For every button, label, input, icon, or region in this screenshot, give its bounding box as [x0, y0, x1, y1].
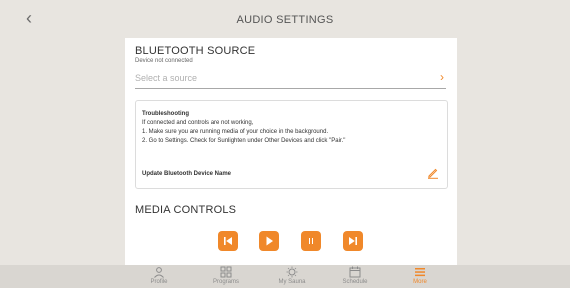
page-title: AUDIO SETTINGS — [236, 14, 334, 26]
update-device-name-button[interactable]: Update Bluetooth Device Name — [142, 171, 231, 177]
sauna-icon — [286, 266, 298, 278]
connection-status: Device not connected — [135, 58, 193, 64]
play-icon — [266, 236, 273, 246]
troubleshooting-box: Troubleshooting If connected and control… — [135, 100, 448, 189]
pause-button[interactable] — [301, 231, 321, 251]
calendar-icon — [349, 266, 361, 278]
tab-programs[interactable]: Programs — [196, 266, 256, 285]
troubleshooting-heading: Troubleshooting — [142, 111, 189, 117]
tab-label: More — [413, 279, 427, 285]
source-placeholder: Select a source — [135, 73, 198, 83]
tab-label: My Sauna — [278, 279, 306, 285]
pencil-icon[interactable] — [427, 167, 439, 179]
tab-more[interactable]: More — [390, 266, 450, 285]
menu-icon — [415, 268, 425, 277]
bluetooth-source-heading: BLUETOOTH SOURCE — [135, 45, 256, 57]
tab-label: Programs — [212, 279, 239, 285]
next-icon — [349, 237, 357, 245]
pause-icon — [309, 238, 313, 244]
previous-button[interactable] — [218, 231, 238, 251]
previous-icon — [224, 237, 232, 245]
tab-label: Schedule — [342, 279, 368, 285]
play-button[interactable] — [259, 231, 279, 251]
troubleshooting-line: If connected and controls are not workin… — [142, 120, 254, 126]
troubleshooting-line: 1. Make sure you are running media of yo… — [142, 129, 329, 135]
source-select[interactable]: Select a source › — [135, 67, 446, 89]
tab-schedule[interactable]: Schedule — [325, 266, 385, 285]
bottom-tab-bar: Profile Programs My Sauna Schedule More — [0, 265, 570, 288]
media-controls-heading: MEDIA CONTROLS — [135, 204, 237, 216]
chevron-right-icon: › — [440, 70, 444, 84]
header: ‹ AUDIO SETTINGS — [0, 0, 570, 38]
tab-profile[interactable]: Profile — [129, 266, 189, 285]
tab-my-sauna[interactable]: My Sauna — [262, 266, 322, 285]
profile-icon — [154, 267, 164, 278]
settings-card: BLUETOOTH SOURCE Device not connected Se… — [125, 38, 457, 265]
next-button[interactable] — [343, 231, 363, 251]
tab-label: Profile — [150, 279, 168, 285]
programs-icon — [220, 266, 232, 278]
troubleshooting-line: 2. Go to Settings. Check for Sunlighten … — [142, 138, 346, 144]
